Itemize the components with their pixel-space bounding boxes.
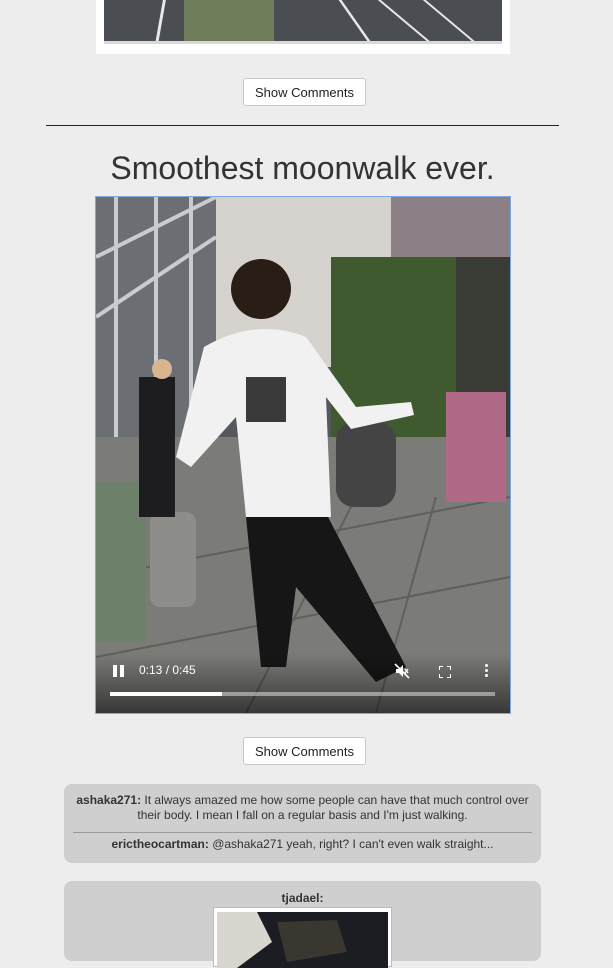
post-divider (46, 125, 559, 126)
previous-post-image (104, 0, 502, 44)
previous-post-media-frame (96, 0, 510, 54)
road-stripe (155, 0, 166, 44)
comment: erictheocartman: @ashaka271 yeah, right?… (64, 837, 541, 852)
comment-username[interactable]: ashaka271: (76, 793, 141, 807)
comment-text: @ashaka271 yeah, right? I can't even wal… (212, 837, 494, 851)
post-author[interactable]: tjadael: (64, 891, 541, 905)
road-stripe (377, 0, 434, 44)
comment-text: It always amazed me how some people can … (137, 793, 529, 822)
show-comments-button[interactable]: Show Comments (243, 737, 366, 765)
video-progress-fill (110, 692, 222, 696)
video-controls-bar (96, 653, 510, 713)
next-post-card: tjadael: (64, 881, 541, 968)
next-post-media-frame (213, 907, 392, 968)
comment: ashaka271: It always amazed me how some … (64, 793, 541, 823)
road-stripe (422, 0, 479, 44)
image-edge (104, 41, 502, 44)
next-post-image[interactable] (217, 912, 388, 968)
fullscreen-icon[interactable] (438, 665, 452, 679)
muted-volume-icon[interactable] (394, 663, 410, 679)
pause-icon[interactable] (113, 665, 125, 677)
post-title: Smoothest moonwalk ever. (110, 150, 495, 186)
video-progress-bar[interactable] (110, 692, 495, 696)
video-frame (96, 197, 510, 713)
video-time: 0:13 / 0:45 (139, 663, 196, 677)
grass-strip (184, 0, 274, 44)
comment-username[interactable]: erictheocartman: (111, 837, 208, 851)
comment-separator (73, 832, 532, 833)
show-comments-button[interactable]: Show Comments (243, 78, 366, 106)
road-stripe (338, 0, 373, 44)
more-options-icon[interactable] (485, 664, 489, 678)
comments-panel: ashaka271: It always amazed me how some … (64, 784, 541, 863)
video-player[interactable]: 0:13 / 0:45 (95, 196, 511, 714)
